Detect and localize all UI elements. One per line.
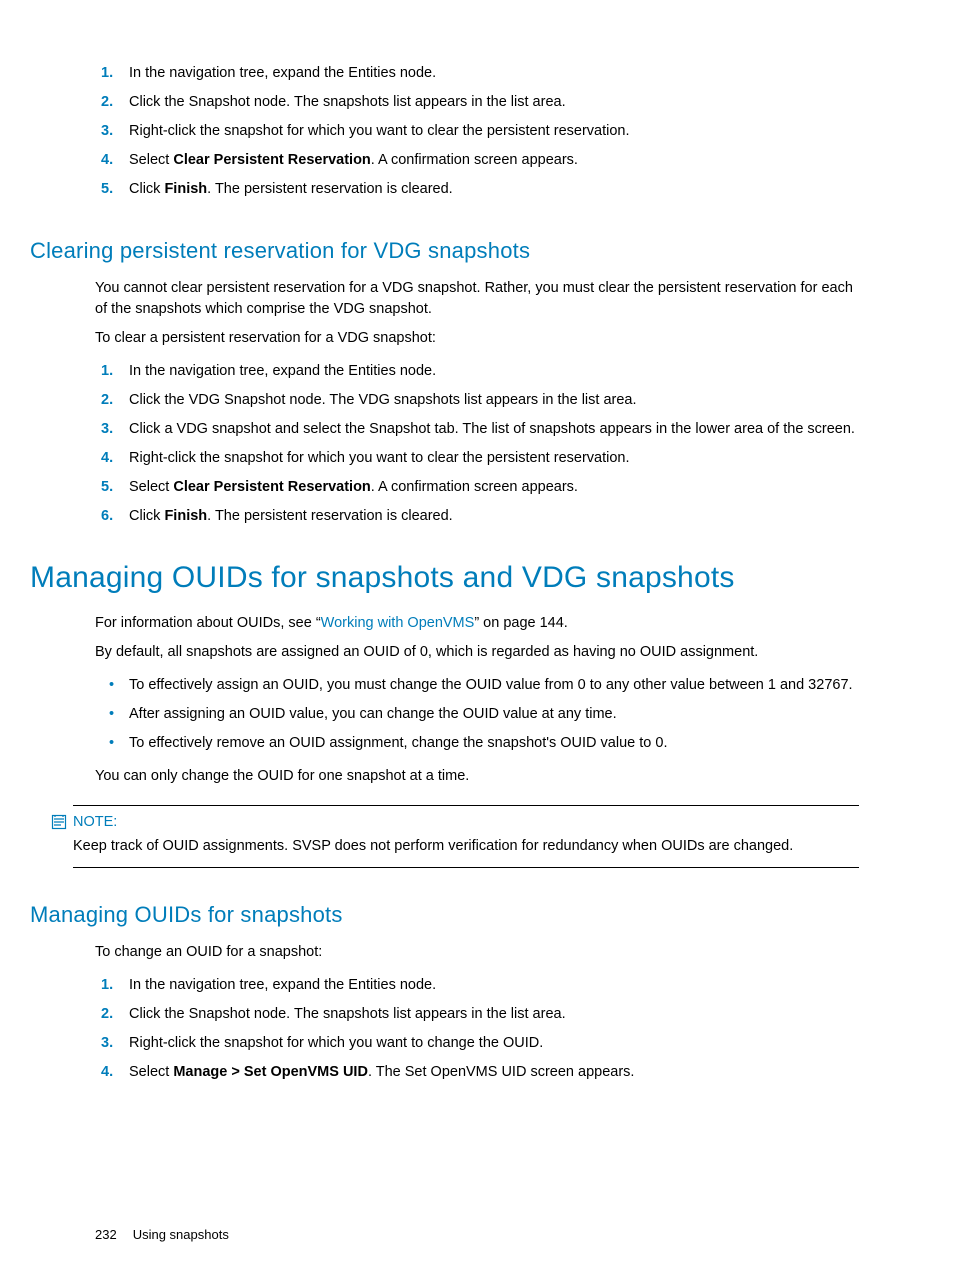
step-item: Select Clear Persistent Reservation. A c… [95,473,859,502]
heading-managing-ouids-snapshots: Managing OUIDs for snapshots [30,902,859,928]
step-item: Select Clear Persistent Reservation. A c… [95,146,859,175]
steps-clear-persistent: In the navigation tree, expand the Entit… [95,59,859,204]
step-bold: Clear Persistent Reservation [173,479,370,495]
body-paragraph: You cannot clear persistent reservation … [95,278,859,320]
steps-clear-vdg: In the navigation tree, expand the Entit… [95,357,859,531]
bullet-list-ouid: To effectively assign an OUID, you must … [95,671,859,758]
step-item: Right-click the snapshot for which you w… [95,117,859,146]
heading-clearing-vdg: Clearing persistent reservation for VDG … [30,238,859,264]
step-item: Right-click the snapshot for which you w… [95,444,859,473]
step-text: Click [129,508,164,524]
note-icon [51,814,67,830]
note-header: NOTE: [51,814,859,830]
step-item: Click the VDG Snapshot node. The VDG sna… [95,386,859,415]
bullet-item: To effectively assign an OUID, you must … [95,671,859,700]
step-item: Click the Snapshot node. The snapshots l… [95,88,859,117]
step-item: In the navigation tree, expand the Entit… [95,971,859,1000]
step-text: . The persistent reservation is cleared. [207,508,453,524]
step-item: In the navigation tree, expand the Entit… [95,59,859,88]
heading-managing-ouids: Managing OUIDs for snapshots and VDG sna… [30,561,859,595]
body-paragraph: By default, all snapshots are assigned a… [95,642,859,663]
body-paragraph: For information about OUIDs, see “Workin… [95,613,859,634]
step-text: Select [129,1064,173,1080]
text-span: ” on page 144. [474,615,568,631]
step-text: . A confirmation screen appears. [371,479,578,495]
text-span: For information about OUIDs, see “ [95,615,321,631]
note-block: NOTE: Keep track of OUID assignments. SV… [73,805,859,868]
body-paragraph: To clear a persistent reservation for a … [95,328,859,349]
step-text: Select [129,479,173,495]
step-item: Click a VDG snapshot and select the Snap… [95,415,859,444]
step-bold: Finish [164,508,207,524]
steps-change-ouid: In the navigation tree, expand the Entit… [95,971,859,1087]
note-label: NOTE: [73,814,117,830]
body-paragraph: You can only change the OUID for one sna… [95,766,859,787]
step-bold: Clear Persistent Reservation [173,152,370,168]
step-text: . A confirmation screen appears. [371,152,578,168]
note-body: Keep track of OUID assignments. SVSP doe… [73,836,859,857]
step-text: Click [129,181,164,197]
step-item: Right-click the snapshot for which you w… [95,1029,859,1058]
bullet-item: To effectively remove an OUID assignment… [95,729,859,758]
link-openvms[interactable]: Working with OpenVMS [321,615,475,631]
step-bold: Finish [164,181,207,197]
step-item: Click Finish. The persistent reservation… [95,175,859,204]
document-page: In the navigation tree, expand the Entit… [0,0,954,1282]
step-text: . The persistent reservation is cleared. [207,181,453,197]
step-text: . The Set OpenVMS UID screen appears. [368,1064,635,1080]
step-item: Click the Snapshot node. The snapshots l… [95,1000,859,1029]
body-paragraph: To change an OUID for a snapshot: [95,942,859,963]
step-bold: Manage > Set OpenVMS UID [173,1064,368,1080]
step-item: In the navigation tree, expand the Entit… [95,357,859,386]
bullet-item: After assigning an OUID value, you can c… [95,700,859,729]
step-item: Select Manage > Set OpenVMS UID. The Set… [95,1058,859,1087]
step-text: Select [129,152,173,168]
step-item: Click Finish. The persistent reservation… [95,502,859,531]
